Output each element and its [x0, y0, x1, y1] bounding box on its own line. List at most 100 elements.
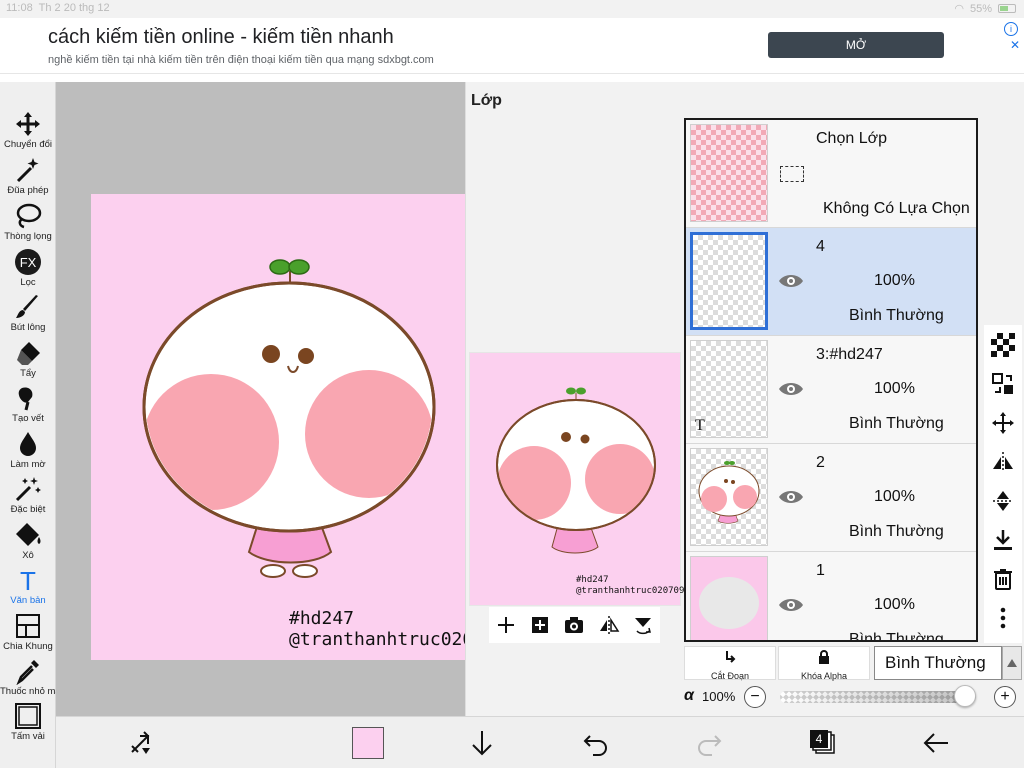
layer-row-3[interactable]: T 3:#hd247 100% Bình Thường — [686, 336, 976, 444]
visibility-eye-icon[interactable] — [778, 380, 804, 398]
ad-close-icon[interactable]: ✕ — [1010, 38, 1020, 52]
mochi-character-illustration — [142, 259, 436, 578]
triangle-up-icon — [1007, 659, 1017, 667]
tool-smudge[interactable]: Tạo vết — [0, 384, 56, 424]
tool-lasso[interactable]: Thòng lọng — [0, 202, 56, 242]
selection-layer-row[interactable]: Chọn Lớp Không Có Lựa Chọn — [686, 120, 976, 228]
status-bar: 11:08 Th 2 20 thg 12 ◠ 55% — [0, 0, 1024, 18]
checker-icon[interactable] — [991, 333, 1015, 357]
smudge-icon — [18, 387, 33, 411]
tool-special[interactable]: Đặc biệt — [0, 475, 56, 515]
back-arrow-icon[interactable] — [921, 728, 951, 758]
add-layer-icon[interactable] — [495, 614, 517, 636]
opacity-decrease-button[interactable]: − — [744, 686, 766, 708]
layer-thumb — [690, 232, 768, 330]
tool-magic-wand[interactable]: Đũa phép — [0, 156, 56, 196]
layer-count: 4 — [815, 732, 823, 746]
alpha-lock-button[interactable]: Khóa Alpha — [778, 646, 870, 681]
fx-icon: FX — [15, 249, 41, 275]
layer-name: 4 — [816, 238, 825, 255]
status-time: 11:08 Th 2 20 thg 12 — [6, 2, 110, 14]
artwork-canvas[interactable]: #hd247 @tranthanhtruc020709 — [91, 194, 506, 660]
visibility-eye-icon[interactable] — [778, 596, 804, 614]
layer-options-row: Cắt Đoạn Khóa Alpha Bình Thường — [684, 646, 1022, 682]
flip-vertical-icon[interactable] — [991, 489, 1015, 513]
redo-icon[interactable] — [694, 728, 724, 758]
ad-open-button[interactable]: MỞ — [768, 32, 944, 58]
lock-icon — [819, 650, 829, 664]
tool-label: Văn bản — [10, 595, 46, 606]
layer-opacity: 100% — [874, 272, 915, 289]
tool-label: Xô — [22, 550, 34, 561]
tool-label: Thòng lọng — [4, 231, 52, 242]
layer-list[interactable]: Chọn Lớp Không Có Lựa Chọn 4 100% Bình T… — [684, 118, 978, 642]
merge-down-icon[interactable] — [991, 528, 1015, 552]
visibility-eye-icon[interactable] — [778, 272, 804, 290]
layer-1-thumb-illustration — [699, 577, 759, 629]
layer-preview: #hd247 @tranthanhtruc020709 — [469, 352, 685, 606]
tool-eraser[interactable]: Tẩy — [0, 339, 56, 379]
tool-frame-divider[interactable]: Chia Khung — [0, 612, 56, 652]
layer-blend-mode: Bình Thường — [849, 415, 944, 432]
blend-mode-arrow[interactable] — [1002, 646, 1022, 680]
blur-icon — [20, 432, 36, 456]
layer-panel: Lớp #hd247 @tranthanhtruc020709 Chọn Lớp… — [465, 82, 1024, 716]
tool-eyedropper[interactable]: Thuốc nhỏ mắt — [0, 657, 63, 697]
selection-layer-label: Chọn Lớp — [816, 130, 887, 147]
selection-marquee-icon — [780, 166, 804, 182]
preview-watermark-tag: #hd247 — [576, 575, 609, 585]
opacity-slider[interactable] — [780, 685, 976, 707]
watermark-tag: #hd247 — [289, 608, 355, 629]
tool-filter[interactable]: FX Lọc — [0, 248, 56, 288]
clip-button[interactable]: Cắt Đoạn — [684, 646, 776, 681]
layer-thumb — [690, 556, 768, 640]
preview-watermark-user: @tranthanhtruc020709 — [576, 586, 685, 596]
ad-banner[interactable]: cách kiếm tiền online - kiếm tiền nhanh … — [0, 18, 1024, 74]
move-layer-icon[interactable] — [991, 411, 1015, 435]
color-swatch[interactable] — [352, 727, 384, 759]
fx-icon-text: FX — [20, 255, 37, 270]
layer-blend-mode: Bình Thường — [849, 307, 944, 324]
panel-title: Lớp — [471, 92, 502, 109]
layer-name: 1 — [816, 562, 825, 579]
layer-row-4[interactable]: 4 100% Bình Thường — [686, 228, 976, 336]
opacity-slider-knob[interactable] — [954, 685, 976, 707]
text-icon: T — [20, 566, 36, 594]
layer-opacity: 100% — [874, 596, 915, 613]
layers-button[interactable]: 4 — [808, 728, 838, 758]
text-icon-glyph: T — [20, 566, 36, 594]
transform-swap-icon[interactable] — [126, 728, 156, 758]
ad-info-icon[interactable]: i — [1004, 22, 1018, 36]
tool-transform[interactable]: Chuyển đổi — [0, 110, 56, 150]
trash-icon[interactable] — [991, 567, 1015, 591]
layer-row-1[interactable]: 1 100% Bình Thường — [686, 552, 976, 640]
arrow-down-icon[interactable] — [467, 728, 497, 758]
visibility-eye-icon[interactable] — [778, 488, 804, 506]
ad-subtitle[interactable]: nghề kiếm tiền tại nhà kiếm tiền trên đi… — [48, 54, 434, 66]
rotate-layer-icon[interactable] — [632, 614, 654, 636]
transfer-layer-icon[interactable] — [991, 372, 1015, 396]
tool-bucket[interactable]: Xô — [0, 521, 56, 561]
tool-sidebar: Chuyển đổi Đũa phép Thòng lọng FX Lọc Bú… — [0, 82, 63, 768]
opacity-increase-button[interactable]: + — [994, 686, 1016, 708]
alpha-value: 100% — [702, 689, 736, 704]
camera-icon[interactable] — [563, 614, 585, 636]
ad-title[interactable]: cách kiếm tiền online - kiếm tiền nhanh — [48, 26, 394, 49]
tool-blur[interactable]: Làm mờ — [0, 430, 56, 470]
blend-mode-select[interactable]: Bình Thường — [874, 646, 1002, 680]
battery-icon — [998, 4, 1016, 13]
add-copy-layer-icon[interactable] — [529, 614, 551, 636]
tool-label: Đặc biệt — [10, 504, 46, 515]
frame-divider-icon — [16, 614, 40, 638]
more-icon[interactable] — [991, 606, 1015, 630]
tool-canvas[interactable]: Tấm vải — [0, 702, 56, 742]
layer-row-2[interactable]: 2 100% Bình Thường — [686, 444, 976, 552]
clip-icon — [726, 651, 736, 663]
tool-text[interactable]: T Văn bản — [0, 566, 56, 606]
layer-name: 3:#hd247 — [816, 346, 883, 363]
undo-icon[interactable] — [581, 728, 611, 758]
flip-layer-icon[interactable] — [991, 450, 1015, 474]
tool-label: Tấm vải — [11, 731, 45, 742]
flip-horizontal-icon[interactable] — [598, 614, 620, 636]
tool-brush[interactable]: Bút lông — [0, 293, 56, 333]
